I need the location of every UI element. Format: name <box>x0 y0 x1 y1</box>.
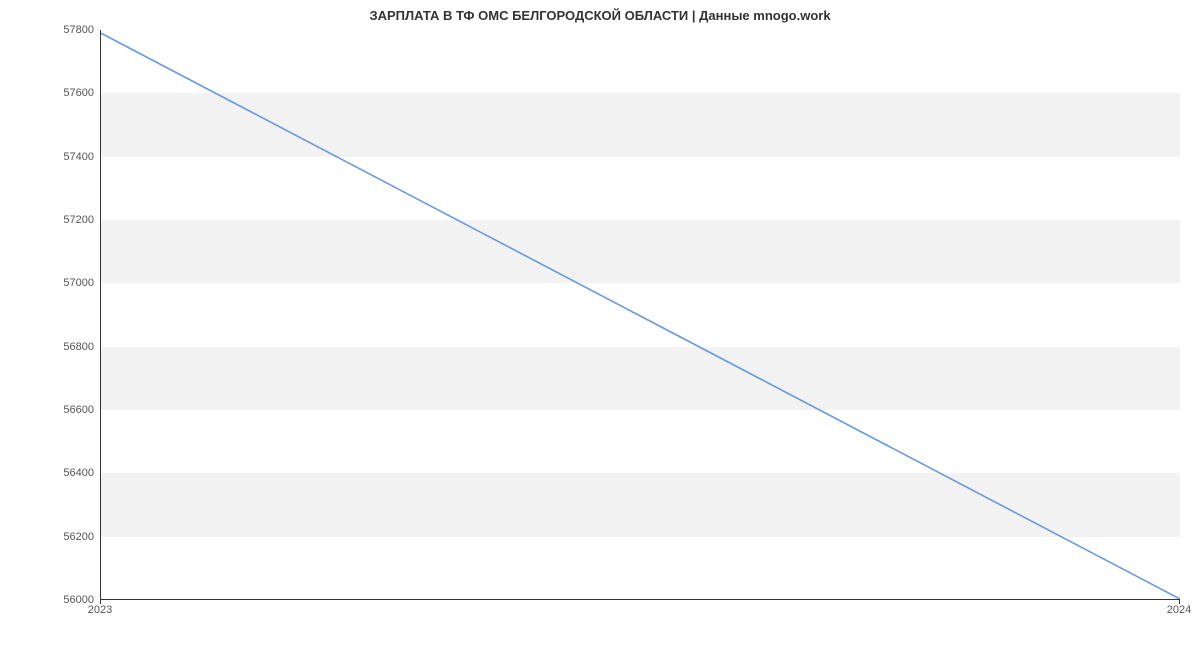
chart-container: ЗАРПЛАТА В ТФ ОМС БЕЛГОРОДСКОЙ ОБЛАСТИ |… <box>0 0 1200 650</box>
chart-title: ЗАРПЛАТА В ТФ ОМС БЕЛГОРОДСКОЙ ОБЛАСТИ |… <box>0 8 1200 23</box>
y-tick-label: 57000 <box>63 277 94 289</box>
x-tick-label: 2024 <box>1167 604 1191 616</box>
x-tick-label: 2023 <box>88 604 112 616</box>
y-tick-label: 57400 <box>63 151 94 163</box>
y-tick-label: 57200 <box>63 214 94 226</box>
series-line <box>101 30 1180 599</box>
y-tick-label: 56600 <box>63 404 94 416</box>
y-tick-label: 56800 <box>63 341 94 353</box>
y-tick-label: 56200 <box>63 531 94 543</box>
y-tick-label: 57600 <box>63 87 94 99</box>
y-tick-label: 56400 <box>63 467 94 479</box>
plot-area <box>100 30 1180 600</box>
y-tick-label: 57800 <box>63 24 94 36</box>
